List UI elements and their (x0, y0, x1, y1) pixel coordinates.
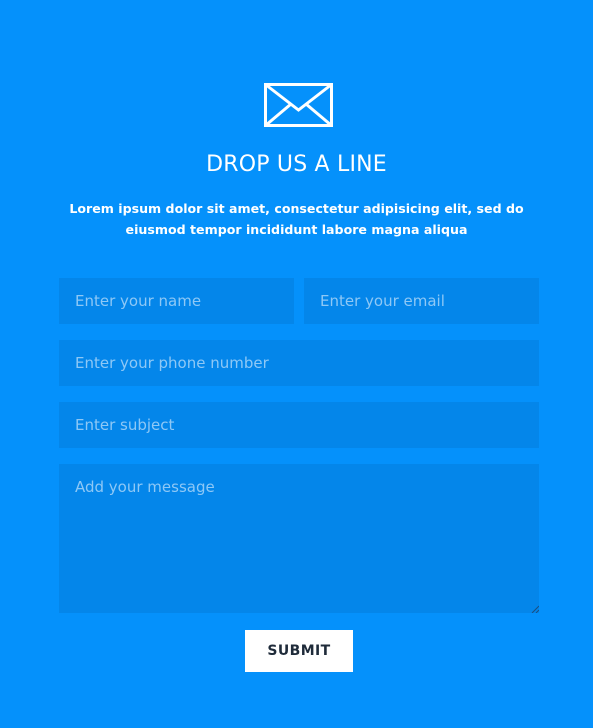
envelope-icon (264, 83, 333, 127)
contact-panel: DROP US A LINE Lorem ipsum dolor sit ame… (0, 0, 593, 728)
email-input[interactable] (304, 278, 539, 324)
page-title: DROP US A LINE (206, 152, 387, 177)
page-edge (593, 0, 601, 728)
description-text: Lorem ipsum dolor sit amet, consectetur … (69, 201, 524, 237)
subject-input[interactable] (59, 402, 539, 448)
name-input[interactable] (59, 278, 294, 324)
submit-button[interactable]: SUBMIT (245, 630, 353, 672)
phone-input[interactable] (59, 340, 539, 386)
resize-grip-icon[interactable] (531, 605, 539, 613)
message-textarea[interactable] (59, 464, 539, 613)
